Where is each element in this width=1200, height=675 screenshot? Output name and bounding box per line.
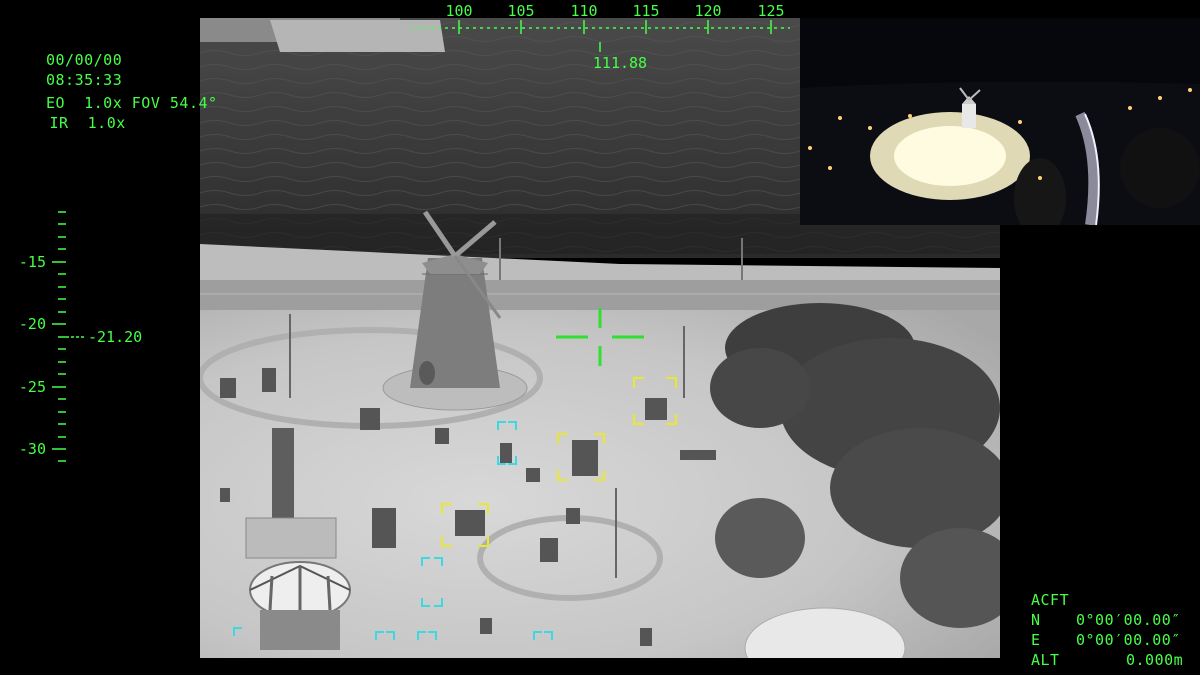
east-coordinate: 0°00′00.00″: [1076, 631, 1181, 649]
target-box[interactable]: [633, 377, 677, 425]
eo-zoom-fov-readout: EO 1.0x FOV 54.4°: [46, 94, 218, 112]
heading-tick-label: 105: [507, 2, 534, 20]
east-label: E: [1031, 631, 1041, 649]
pitch-tick-label: -15: [19, 253, 46, 271]
ir-zoom-readout: IR 1.0x: [40, 114, 126, 132]
track-box[interactable]: [233, 627, 553, 640]
pitch-readout: -21.20: [88, 328, 142, 346]
heading-tick-label: 110: [570, 2, 597, 20]
pitch-scale: [52, 211, 86, 462]
pitch-tick-label: -25: [19, 378, 46, 396]
north-coordinate: 0°00′00.00″: [1076, 611, 1181, 629]
aircraft-title: ACFT: [1031, 591, 1070, 609]
heading-tick-label: 115: [632, 2, 659, 20]
crosshair-reticle: [556, 308, 644, 366]
heading-tick-label: 100: [445, 2, 472, 20]
track-box[interactable]: [421, 557, 443, 607]
pitch-tick-label: -20: [19, 315, 46, 333]
track-box[interactable]: [497, 421, 517, 465]
target-box[interactable]: [557, 433, 605, 481]
target-box[interactable]: [441, 503, 489, 547]
date-readout: 00/00/00: [46, 51, 123, 69]
heading-tick-label: 125: [757, 2, 784, 20]
heading-readout: 111.88: [593, 54, 647, 72]
heading-scale: [410, 20, 790, 52]
time-readout: 08:35:33: [46, 71, 123, 89]
pitch-tick-label: -30: [19, 440, 46, 458]
altitude-label: ALT: [1031, 651, 1060, 669]
north-label: N: [1031, 611, 1041, 629]
altitude-value: 0.000m: [1126, 651, 1184, 669]
heading-tick-label: 120: [694, 2, 721, 20]
